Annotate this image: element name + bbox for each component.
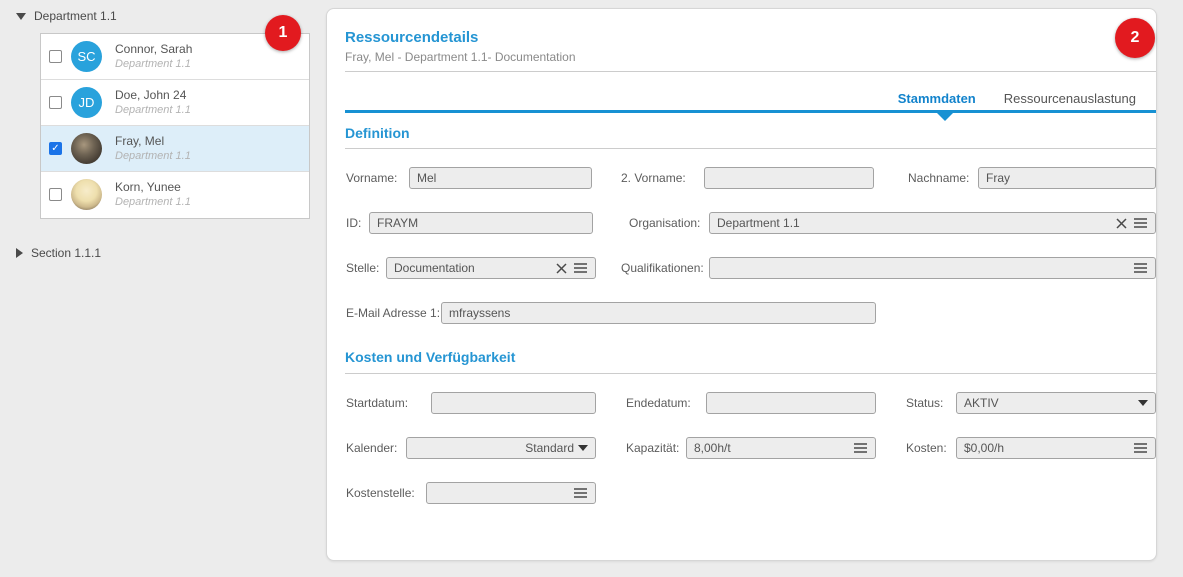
avatar-photo — [71, 133, 102, 164]
organisation-value: Department 1.1 — [717, 216, 1111, 230]
stelle-field[interactable]: Documentation — [386, 257, 596, 279]
list-picker-icon[interactable] — [1133, 262, 1148, 274]
nachname-label: Nachname: — [908, 167, 969, 189]
resource-name: Fray, Mel — [115, 134, 164, 148]
chevron-down-icon[interactable] — [1138, 400, 1148, 406]
vorname-field[interactable]: Mel — [409, 167, 592, 189]
resource-department: Department 1.1 — [115, 104, 191, 116]
section-divider — [345, 148, 1156, 149]
section-divider — [345, 373, 1156, 374]
list-picker-icon[interactable] — [853, 442, 868, 454]
kostenstelle-field[interactable] — [426, 482, 596, 504]
id-field[interactable]: FRAYM — [369, 212, 593, 234]
chevron-down-icon[interactable] — [578, 445, 588, 451]
status-select[interactable]: AKTIV — [956, 392, 1156, 414]
qualifikationen-label: Qualifikationen: — [621, 257, 704, 279]
kapazitaet-label: Kapazität: — [626, 437, 679, 459]
resource-department: Department 1.1 — [115, 150, 191, 162]
list-picker-icon[interactable] — [1133, 442, 1148, 454]
avatar: JD — [71, 87, 102, 118]
kosten-label: Kosten: — [906, 437, 947, 459]
id-label: ID: — [346, 212, 361, 234]
kalender-select[interactable]: Standard — [406, 437, 596, 459]
zweiter-vorname-field[interactable] — [704, 167, 874, 189]
list-picker-icon[interactable] — [1133, 217, 1148, 229]
tab-stammdaten[interactable]: Stammdaten — [898, 91, 976, 106]
email-label: E-Mail Adresse 1: — [346, 302, 440, 324]
avatar-initials: SC — [77, 49, 95, 64]
kapazitaet-field[interactable]: 8,00h/t — [686, 437, 876, 459]
startdatum-label: Startdatum: — [346, 392, 408, 414]
avatar-initials: JD — [79, 95, 95, 110]
row-checkbox-checked[interactable]: ✓ — [49, 142, 62, 155]
organisation-field[interactable]: Department 1.1 — [709, 212, 1156, 234]
active-tab-underline — [345, 110, 1156, 113]
expand-arrow-icon[interactable] — [16, 248, 23, 258]
nachname-value: Fray — [986, 171, 1148, 185]
tree-node-label: Department 1.1 — [34, 9, 117, 23]
resource-list: SC Connor, Sarah Department 1.1 JD Doe, … — [40, 33, 310, 219]
tree-node-department[interactable]: Department 1.1 — [16, 9, 117, 23]
row-checkbox[interactable] — [49, 188, 62, 201]
list-item-korn-yunee[interactable]: Korn, Yunee Department 1.1 — [41, 172, 309, 218]
resource-name: Connor, Sarah — [115, 42, 192, 56]
stelle-label: Stelle: — [346, 257, 379, 279]
page-title: Ressourcendetails — [345, 29, 478, 46]
vorname-value: Mel — [417, 171, 584, 185]
annotation-badge-1: 1 — [265, 15, 301, 51]
kalender-label: Kalender: — [346, 437, 397, 459]
clear-icon[interactable] — [1115, 217, 1128, 230]
vorname-label: Vorname: — [346, 167, 397, 189]
stelle-value: Documentation — [394, 261, 551, 275]
list-item-doe-john[interactable]: JD Doe, John 24 Department 1.1 — [41, 80, 309, 126]
avatar-photo — [71, 179, 102, 210]
section-heading-kosten: Kosten und Verfügbarkeit — [345, 349, 515, 365]
endedatum-label: Endedatum: — [626, 392, 691, 414]
annotation-badge-2: 2 — [1115, 18, 1155, 58]
zweiter-vorname-label: 2. Vorname: — [621, 167, 686, 189]
organisation-label: Organisation: — [629, 212, 700, 234]
status-label: Status: — [906, 392, 943, 414]
id-value: FRAYM — [377, 216, 585, 230]
resource-name: Doe, John 24 — [115, 88, 186, 102]
active-tab-pointer-icon — [937, 113, 953, 121]
row-checkbox[interactable] — [49, 50, 62, 63]
resource-department: Department 1.1 — [115, 196, 191, 208]
tab-ressourcenauslastung[interactable]: Ressourcenauslastung — [1004, 91, 1136, 106]
kostenstelle-label: Kostenstelle: — [346, 482, 415, 504]
endedatum-field[interactable] — [706, 392, 876, 414]
kosten-field[interactable]: $0,00/h — [956, 437, 1156, 459]
row-checkbox[interactable] — [49, 96, 62, 109]
list-picker-icon[interactable] — [573, 262, 588, 274]
email-field[interactable]: mfrayssens — [441, 302, 876, 324]
nachname-field[interactable]: Fray — [978, 167, 1156, 189]
resource-name: Korn, Yunee — [115, 180, 181, 194]
qualifikationen-field[interactable] — [709, 257, 1156, 279]
status-value: AKTIV — [964, 396, 1134, 410]
section-heading-definition: Definition — [345, 125, 410, 141]
list-item-fray-mel[interactable]: ✓ Fray, Mel Department 1.1 — [41, 126, 309, 172]
avatar: SC — [71, 41, 102, 72]
kosten-value: $0,00/h — [964, 441, 1129, 455]
list-picker-icon[interactable] — [573, 487, 588, 499]
kalender-value: Standard — [414, 441, 574, 455]
clear-icon[interactable] — [555, 262, 568, 275]
kapazitaet-value: 8,00h/t — [694, 441, 849, 455]
breadcrumb: Fray, Mel - Department 1.1- Documentatio… — [345, 50, 576, 64]
tree-node-section[interactable]: Section 1.1.1 — [16, 246, 101, 260]
email-value: mfrayssens — [449, 306, 868, 320]
collapse-arrow-icon[interactable] — [16, 13, 26, 20]
resource-details-panel: 2 Ressourcendetails Fray, Mel - Departme… — [326, 8, 1157, 561]
resource-department: Department 1.1 — [115, 58, 191, 70]
resource-sidebar: Department 1.1 SC Connor, Sarah Departme… — [0, 0, 326, 577]
header-divider — [345, 71, 1156, 72]
tree-node-label: Section 1.1.1 — [31, 246, 101, 260]
startdatum-field[interactable] — [431, 392, 596, 414]
tab-bar: Stammdaten Ressourcenauslastung — [898, 91, 1136, 106]
